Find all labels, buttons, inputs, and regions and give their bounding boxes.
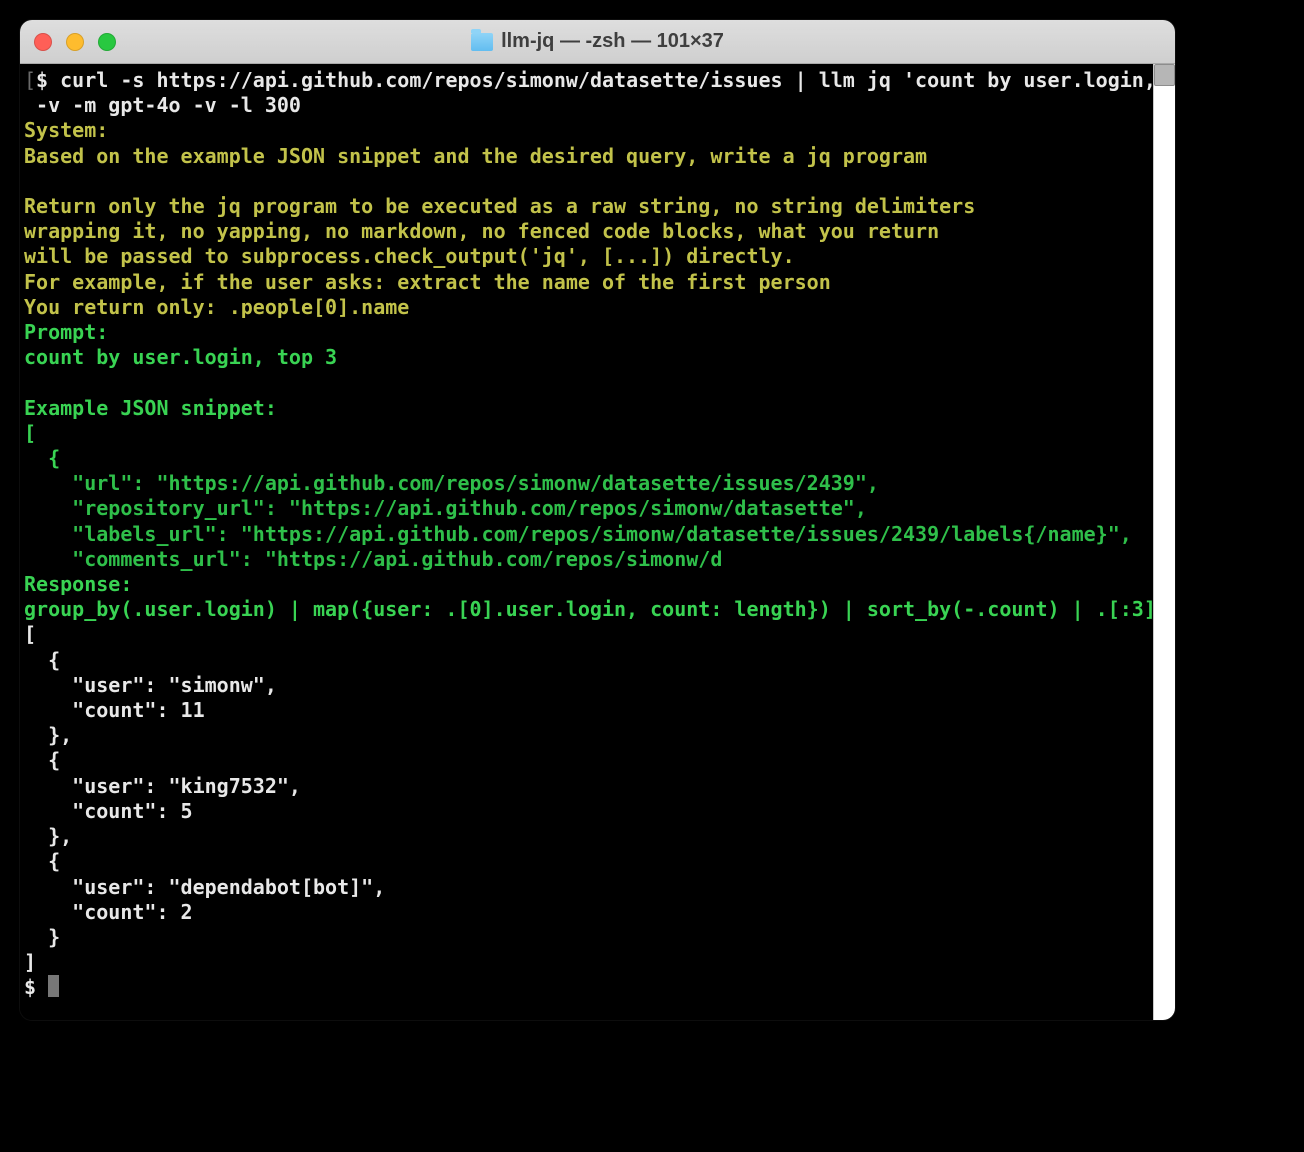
- example-l1: [: [24, 421, 36, 445]
- scrollbar-track[interactable]: [1153, 64, 1175, 1020]
- command-line-2: -v -m gpt-4o -v -l 300: [24, 93, 301, 117]
- system-body-6: You return only: .people[0].name: [24, 295, 409, 319]
- command-line-1: curl -s https://api.github.com/repos/sim…: [48, 68, 1153, 92]
- terminal-content[interactable]: [$ curl -s https://api.github.com/repos/…: [20, 64, 1153, 1020]
- close-icon[interactable]: [34, 33, 52, 51]
- output-l5: },: [24, 723, 72, 747]
- output-l3: "user": "simonw",: [24, 673, 277, 697]
- system-label: System:: [24, 118, 108, 142]
- output-l8: "count": 5: [24, 799, 193, 823]
- traffic-lights: [34, 33, 116, 51]
- response-label: Response:: [24, 572, 132, 596]
- prompt-label: Prompt:: [24, 320, 108, 344]
- terminal-body: [$ curl -s https://api.github.com/repos/…: [20, 64, 1175, 1020]
- output-l4: "count": 11: [24, 698, 205, 722]
- output-l10: {: [24, 849, 60, 873]
- output-l11: "user": "dependabot[bot]",: [24, 875, 385, 899]
- zoom-icon[interactable]: [98, 33, 116, 51]
- output-l12: "count": 2: [24, 900, 193, 924]
- minimize-icon[interactable]: [66, 33, 84, 51]
- output-l9: },: [24, 824, 72, 848]
- folder-icon: [471, 33, 493, 51]
- example-l5: "labels_url": "https://api.github.com/re…: [24, 522, 1132, 546]
- example-l6: "comments_url": "https://api.github.com/…: [24, 547, 722, 571]
- prompt-symbol: $: [36, 68, 48, 92]
- example-l4: "repository_url": "https://api.github.co…: [24, 496, 867, 520]
- example-l3: "url": "https://api.github.com/repos/sim…: [24, 471, 879, 495]
- system-body-2: Return only the jq program to be execute…: [24, 194, 975, 218]
- cursor-icon: [48, 975, 59, 997]
- titlebar[interactable]: llm-jq — -zsh — 101×37: [20, 20, 1175, 64]
- example-label: Example JSON snippet:: [24, 396, 277, 420]
- output-l14: ]: [24, 950, 36, 974]
- terminal-window: llm-jq — -zsh — 101×37 [$ curl -s https:…: [20, 20, 1175, 1020]
- scrollbar-thumb-icon[interactable]: [1154, 64, 1175, 86]
- system-body-3: wrapping it, no yapping, no markdown, no…: [24, 219, 939, 243]
- output-l6: {: [24, 748, 60, 772]
- window-title: llm-jq — -zsh — 101×37: [501, 30, 724, 53]
- response-body: group_by(.user.login) | map({user: .[0].…: [24, 597, 1153, 621]
- bracket-open: [: [24, 68, 36, 92]
- output-l13: }: [24, 925, 60, 949]
- system-body-4: will be passed to subprocess.check_outpu…: [24, 244, 795, 268]
- system-body-1: Based on the example JSON snippet and th…: [24, 144, 927, 168]
- system-body-5: For example, if the user asks: extract t…: [24, 270, 831, 294]
- prompt-body: count by user.login, top 3: [24, 345, 337, 369]
- output-l7: "user": "king7532",: [24, 774, 301, 798]
- output-l1: [: [24, 622, 36, 646]
- final-prompt: $: [24, 975, 48, 999]
- title-wrap: llm-jq — -zsh — 101×37: [20, 30, 1175, 53]
- output-l2: {: [24, 648, 60, 672]
- example-l2: {: [24, 446, 60, 470]
